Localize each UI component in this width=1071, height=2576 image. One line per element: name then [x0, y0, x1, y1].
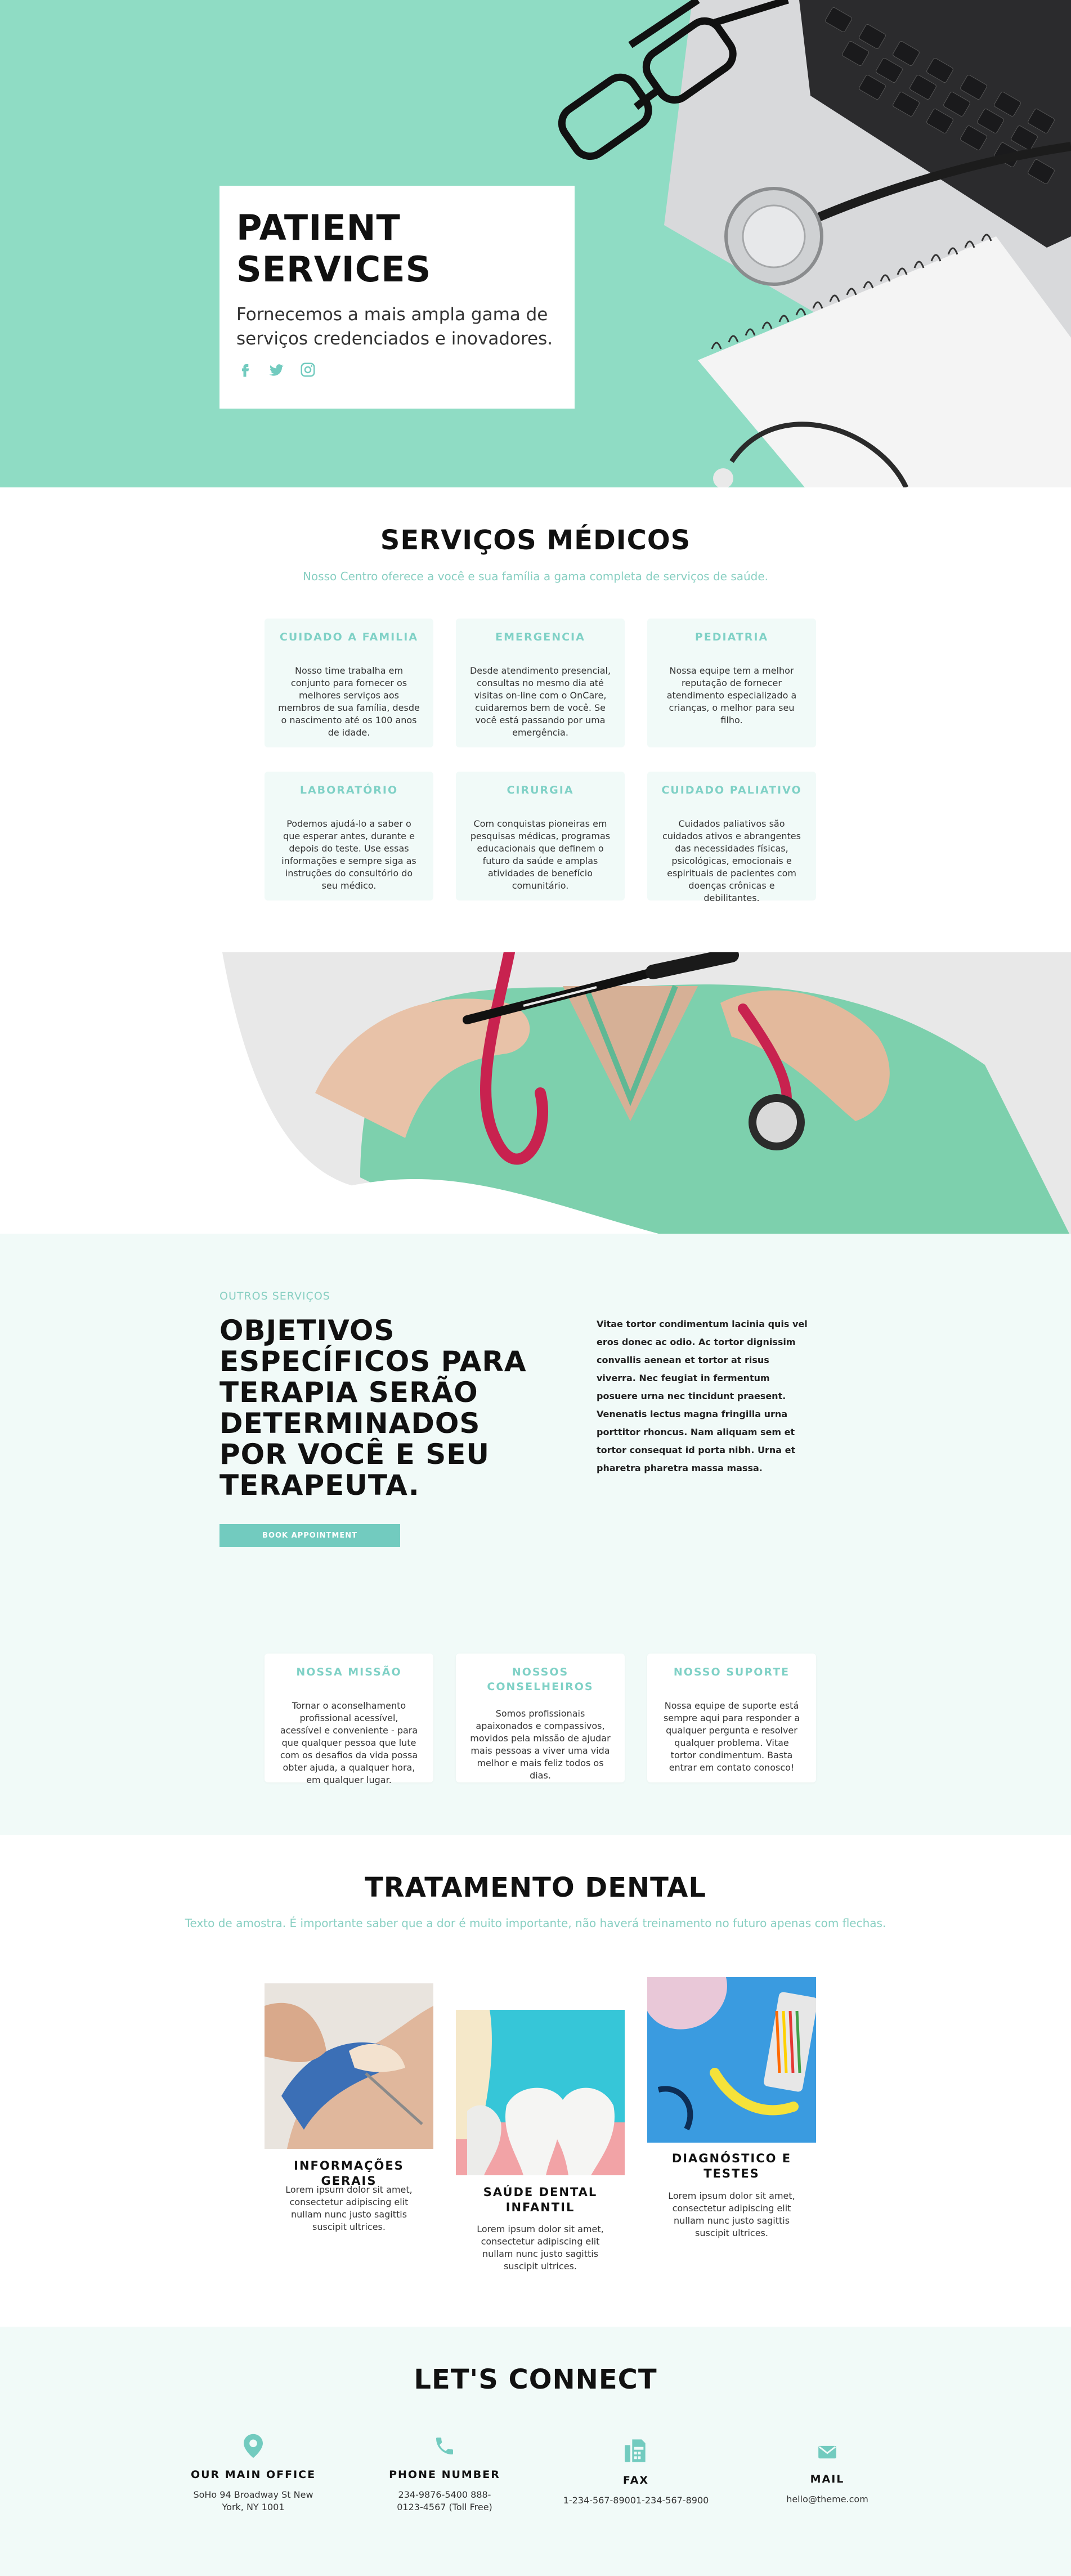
location-pin-icon: [244, 2434, 263, 2458]
social-links: [236, 361, 558, 378]
nurse-image: [0, 952, 1071, 1234]
dental-image-child: [456, 2010, 625, 2175]
service-card-text: Com conquistas pioneiras em pesquisas mé…: [470, 818, 611, 891]
mission-card-text: Tornar o aconselhamento profissional ace…: [280, 1700, 418, 1785]
contact-mail: MAIL hello@theme.com: [729, 2441, 926, 2506]
hero-title-line1: PATIENT: [236, 207, 401, 248]
dental-item-title: DIAGNÓSTICO E TESTES: [671, 2152, 792, 2180]
mission-card: NOSSA MISSÃO Tornar o aconselhamento pro…: [265, 1654, 433, 1785]
instagram-icon[interactable]: [299, 361, 316, 378]
mail-icon: [818, 2445, 836, 2459]
service-card-title: LABORATÓRIO: [299, 784, 398, 796]
counselors-card: NOSSOS CONSELHEIROS Somos profissionais …: [456, 1654, 625, 1782]
dental-subtitle: Texto de amostra. É importante saber que…: [185, 1916, 886, 1930]
contact-label: FAX: [622, 2474, 649, 2487]
book-appointment-button[interactable]: BOOK APPOINTMENT: [219, 1524, 400, 1547]
service-card-title: CIRURGIA: [507, 784, 574, 796]
service-card-text: Nosso time trabalha em conjunto para for…: [278, 665, 420, 738]
contact-value[interactable]: 234-9876-5400 888-0123-4567 (Toll Free): [346, 2489, 543, 2514]
hero-card: PATIENT SERVICES Fornecemos a mais ampla…: [219, 186, 575, 409]
hero-title-line2: SERVICES: [236, 249, 432, 290]
services-title: SERVIÇOS MÉDICOS: [380, 525, 691, 556]
dental-image-diagnostics: [647, 1977, 816, 2143]
service-card-family: CUIDADO A FAMILIA Nosso time trabalha em…: [265, 619, 433, 747]
service-card-title: PEDIATRIA: [694, 631, 769, 643]
connect-title: LET'S CONNECT: [414, 2364, 657, 2395]
facebook-icon[interactable]: [236, 361, 253, 378]
service-card-title: EMERGENCIA: [495, 631, 585, 643]
dental-item-title: SAÚDE DENTAL INFANTIL: [483, 2185, 598, 2214]
contact-phone: PHONE NUMBER 234-9876-5400 888-0123-4567…: [346, 2434, 543, 2514]
dental-image-general: [265, 1983, 433, 2149]
service-card-emergency: EMERGENCIA Desde atendimento presencial,…: [456, 619, 625, 747]
contact-fax: FAX 1-234-567-89001-234-567-8900: [537, 2439, 734, 2507]
contact-label: MAIL: [810, 2473, 845, 2485]
contact-value: SoHo 94 Broadway St New York, NY 1001: [193, 2489, 313, 2512]
service-card-text: Nossa equipe tem a melhor reputação de f…: [666, 665, 797, 725]
support-card-title: NOSSO SUPORTE: [673, 1666, 790, 1678]
contact-label: OUR MAIN OFFICE: [190, 2469, 316, 2481]
contact-label: PHONE NUMBER: [389, 2469, 500, 2481]
nurse-image-band: [0, 952, 1071, 1234]
support-card: NOSSO SUPORTE Nossa equipe de suporte es…: [647, 1654, 816, 1782]
other-services-label: OUTROS SERVIÇOS: [219, 1290, 330, 1302]
connect-section: LET'S CONNECT OUR MAIN OFFICE SoHo 94 Br…: [0, 2327, 1071, 2576]
page: PATIENT SERVICES Fornecemos a mais ampla…: [0, 0, 1071, 2576]
hero-title: PATIENT SERVICES: [236, 207, 558, 290]
other-services-section: OUTROS SERVIÇOS OBJETIVOS ESPECÍFICOS PA…: [0, 1234, 1071, 1835]
service-card-text: Desde atendimento presencial, consultas …: [469, 665, 611, 738]
service-card-laboratory: LABORATÓRIO Podemos ajudá-lo a saber o q…: [265, 772, 433, 901]
services-subtitle: Nosso Centro oferece a você e sua famíli…: [302, 570, 769, 583]
service-card-title: CUIDADO PALIATIVO: [661, 784, 802, 796]
service-card-surgery: CIRURGIA Com conquistas pioneiras em pes…: [456, 772, 625, 901]
dental-item-text: Lorem ipsum dolor sit amet, consectetur …: [477, 2224, 604, 2272]
service-card-text: Podemos ajudá-lo a saber o que esperar a…: [281, 818, 416, 891]
service-card-text: Cuidados paliativos são cuidados ativos …: [662, 818, 801, 903]
service-card-pediatrics: PEDIATRIA Nossa equipe tem a melhor repu…: [647, 619, 816, 747]
counselors-card-title: NOSSOS CONSELHEIROS: [487, 1666, 594, 1693]
twitter-icon[interactable]: [268, 361, 285, 378]
other-services-heading: OBJETIVOS ESPECÍFICOS PARA TERAPIA SERÃO…: [219, 1314, 527, 1502]
contact-office: OUR MAIN OFFICE SoHo 94 Broadway St New …: [155, 2434, 352, 2514]
phone-icon: [436, 2438, 453, 2454]
support-card-text: Nossa equipe de suporte está sempre aqui…: [663, 1700, 800, 1773]
contact-value[interactable]: hello@theme.com: [729, 2493, 926, 2506]
hero-section: PATIENT SERVICES Fornecemos a mais ampla…: [0, 0, 1071, 487]
mission-card-title: NOSSA MISSÃO: [296, 1666, 402, 1678]
counselors-card-text: Somos profissionais apaixonados e compas…: [470, 1708, 611, 1781]
dental-item-text: Lorem ipsum dolor sit amet, consectetur …: [668, 2190, 795, 2238]
other-services-body: Vitae tortor condimentum lacinia quis ve…: [597, 1319, 808, 1473]
dental-item-text: Lorem ipsum dolor sit amet, consectetur …: [285, 2184, 413, 2232]
dental-title: TRATAMENTO DENTAL: [365, 1872, 706, 1903]
fax-icon: [625, 2439, 646, 2462]
hero-subtitle: Fornecemos a mais ampla gama de serviços…: [236, 304, 553, 349]
service-card-title: CUIDADO A FAMILIA: [279, 631, 419, 643]
service-card-palliative: CUIDADO PALIATIVO Cuidados paliativos sã…: [647, 772, 816, 903]
contact-value[interactable]: 1-234-567-89001-234-567-8900: [537, 2494, 734, 2507]
